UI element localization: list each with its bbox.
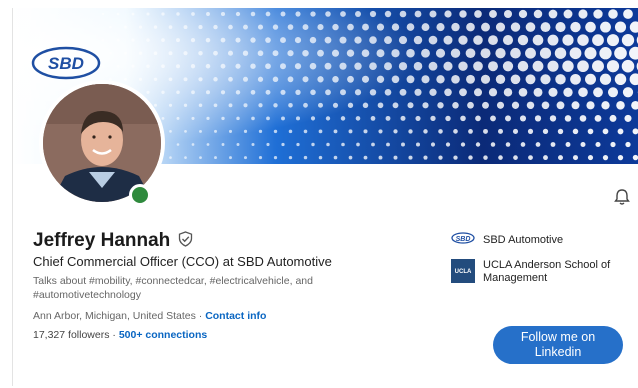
experience-item-sbd[interactable]: SBD SBD Automotive <box>451 232 563 247</box>
experience-company-name: SBD Automotive <box>483 233 564 246</box>
follow-button-label: Follow me on Linkedin <box>520 330 596 359</box>
connections-link[interactable]: 500+ connections <box>119 329 207 341</box>
ucla-logo-text: UCLA <box>455 269 472 275</box>
profile-headline: Chief Commercial Officer (CCO) at SBD Au… <box>33 254 332 269</box>
sbd-logo: SBD <box>31 46 101 85</box>
profile-about: Talks about #mobility, #connectedcar, #e… <box>33 275 313 301</box>
ucla-school-logo: UCLA <box>451 259 475 283</box>
bell-icon[interactable] <box>614 188 630 211</box>
profile-name-row: Jeffrey Hannah <box>33 230 193 252</box>
network-row: 17,327 followers · 500+ connections <box>33 329 207 341</box>
online-status-indicator <box>129 184 151 206</box>
location-separator: · <box>195 310 206 322</box>
followers-count[interactable]: 17,327 followers <box>33 329 109 341</box>
sbd-logo-text: SBD <box>48 54 84 73</box>
profile-card: SBD Jeffrey Hannah Chief Commercial Offi… <box>12 8 638 386</box>
shield-check-icon <box>178 230 193 252</box>
contact-info-link[interactable]: Contact info <box>205 310 266 322</box>
education-school-name: UCLA Anderson School of Management <box>483 259 611 284</box>
profile-name: Jeffrey Hannah <box>33 230 171 251</box>
location-text: Ann Arbor, Michigan, United States <box>33 310 196 322</box>
sbd-company-logo-text: SBD <box>456 236 471 243</box>
sbd-company-logo: SBD <box>451 232 475 247</box>
location-row: Ann Arbor, Michigan, United States · Con… <box>33 310 266 322</box>
connections-separator: · <box>109 329 119 341</box>
follow-on-linkedin-button[interactable]: Follow me on Linkedin <box>493 326 623 364</box>
education-item-ucla[interactable]: UCLA UCLA Anderson School of Management <box>451 259 636 285</box>
